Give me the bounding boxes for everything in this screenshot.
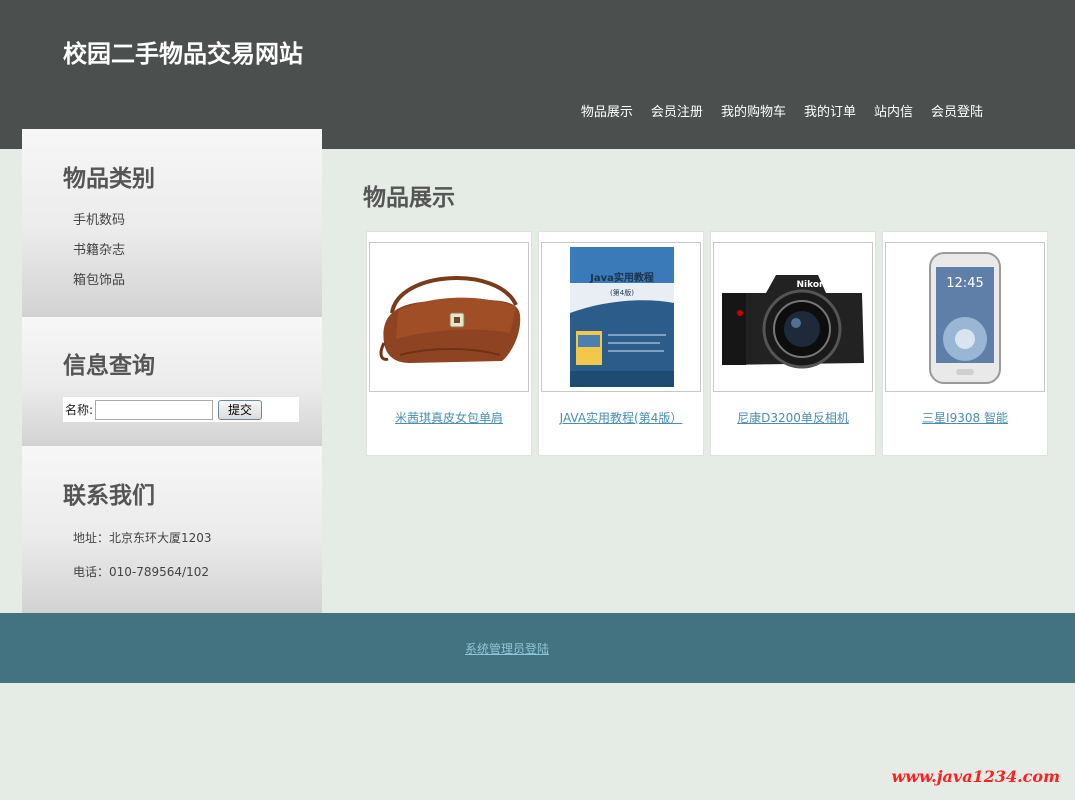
category-item-bags[interactable]: 箱包饰品 bbox=[73, 269, 125, 299]
search-input[interactable] bbox=[95, 399, 214, 420]
search-name-label: 名称: bbox=[65, 403, 94, 417]
product-card: Java实用教程 (第4版) JAVA实用教程(第4版） bbox=[538, 231, 704, 456]
phone-clock: 12:45 bbox=[946, 276, 983, 291]
nav-item-cart[interactable]: 我的购物车 bbox=[721, 101, 786, 120]
search-title: 信息查询 bbox=[63, 352, 155, 379]
submit-button[interactable]: 提交 bbox=[218, 399, 263, 420]
sidebar: 物品类别 手机数码 书籍杂志 箱包饰品 信息查询 名称: 提交 联系我们 地址：… bbox=[22, 129, 322, 613]
product-card: 米茜琪真皮女包单肩 bbox=[366, 231, 532, 456]
site-title: 校园二手物品交易网站 bbox=[63, 39, 303, 68]
admin-login-link[interactable]: 系统管理员登陆 bbox=[465, 640, 549, 657]
product-card: 12:45 三星I9308 智能 bbox=[882, 231, 1048, 456]
product-name[interactable]: JAVA实用教程(第4版） bbox=[539, 409, 703, 426]
camera-image[interactable]: Nikon bbox=[713, 242, 873, 392]
handbag-image[interactable] bbox=[369, 242, 529, 392]
site-footer: 系统管理员登陆 bbox=[0, 613, 1075, 683]
product-card: Nikon 尼康D3200单反相机 bbox=[710, 231, 876, 456]
contact-phone: 电话：010-789564/102 bbox=[73, 565, 209, 579]
search-panel: 信息查询 名称: 提交 bbox=[22, 317, 322, 446]
nav-item-login[interactable]: 会员登陆 bbox=[931, 101, 983, 120]
smartphone-image[interactable]: 12:45 bbox=[885, 242, 1045, 392]
category-list: 手机数码 书籍杂志 箱包饰品 bbox=[73, 209, 125, 299]
nav-item-orders[interactable]: 我的订单 bbox=[804, 101, 856, 120]
book-cover-subtitle: (第4版) bbox=[610, 288, 634, 297]
watermark: www.java1234.com bbox=[891, 767, 1060, 786]
page-title: 物品展示 bbox=[363, 184, 455, 211]
category-panel: 物品类别 手机数码 书籍杂志 箱包饰品 bbox=[22, 129, 322, 317]
book-cover-title: Java实用教程 bbox=[589, 271, 654, 284]
category-item-digital[interactable]: 手机数码 bbox=[73, 209, 125, 239]
category-item-books[interactable]: 书籍杂志 bbox=[73, 239, 125, 269]
camera-brand: Nikon bbox=[797, 280, 826, 290]
contact-panel: 联系我们 地址：北京东环大厦1203 电话：010-789564/102 bbox=[22, 446, 322, 613]
contact-title: 联系我们 bbox=[63, 482, 155, 509]
search-form: 名称: 提交 bbox=[63, 397, 299, 422]
nav-item-products[interactable]: 物品展示 bbox=[581, 101, 633, 120]
site-header: 校园二手物品交易网站 物品展示 会员注册 我的购物车 我的订单 站内信 会员登陆 bbox=[0, 0, 1075, 149]
product-name[interactable]: 三星I9308 智能 bbox=[883, 409, 1047, 426]
product-name[interactable]: 尼康D3200单反相机 bbox=[711, 409, 875, 426]
contact-address: 地址：北京东环大厦1203 bbox=[73, 531, 212, 545]
book-image[interactable]: Java实用教程 (第4版) bbox=[541, 242, 701, 392]
category-title: 物品类别 bbox=[63, 165, 155, 192]
nav-item-register[interactable]: 会员注册 bbox=[651, 101, 703, 120]
main-nav: 物品展示 会员注册 我的购物车 我的订单 站内信 会员登陆 bbox=[581, 101, 983, 120]
nav-item-messages[interactable]: 站内信 bbox=[874, 101, 913, 120]
product-name[interactable]: 米茜琪真皮女包单肩 bbox=[367, 409, 531, 426]
